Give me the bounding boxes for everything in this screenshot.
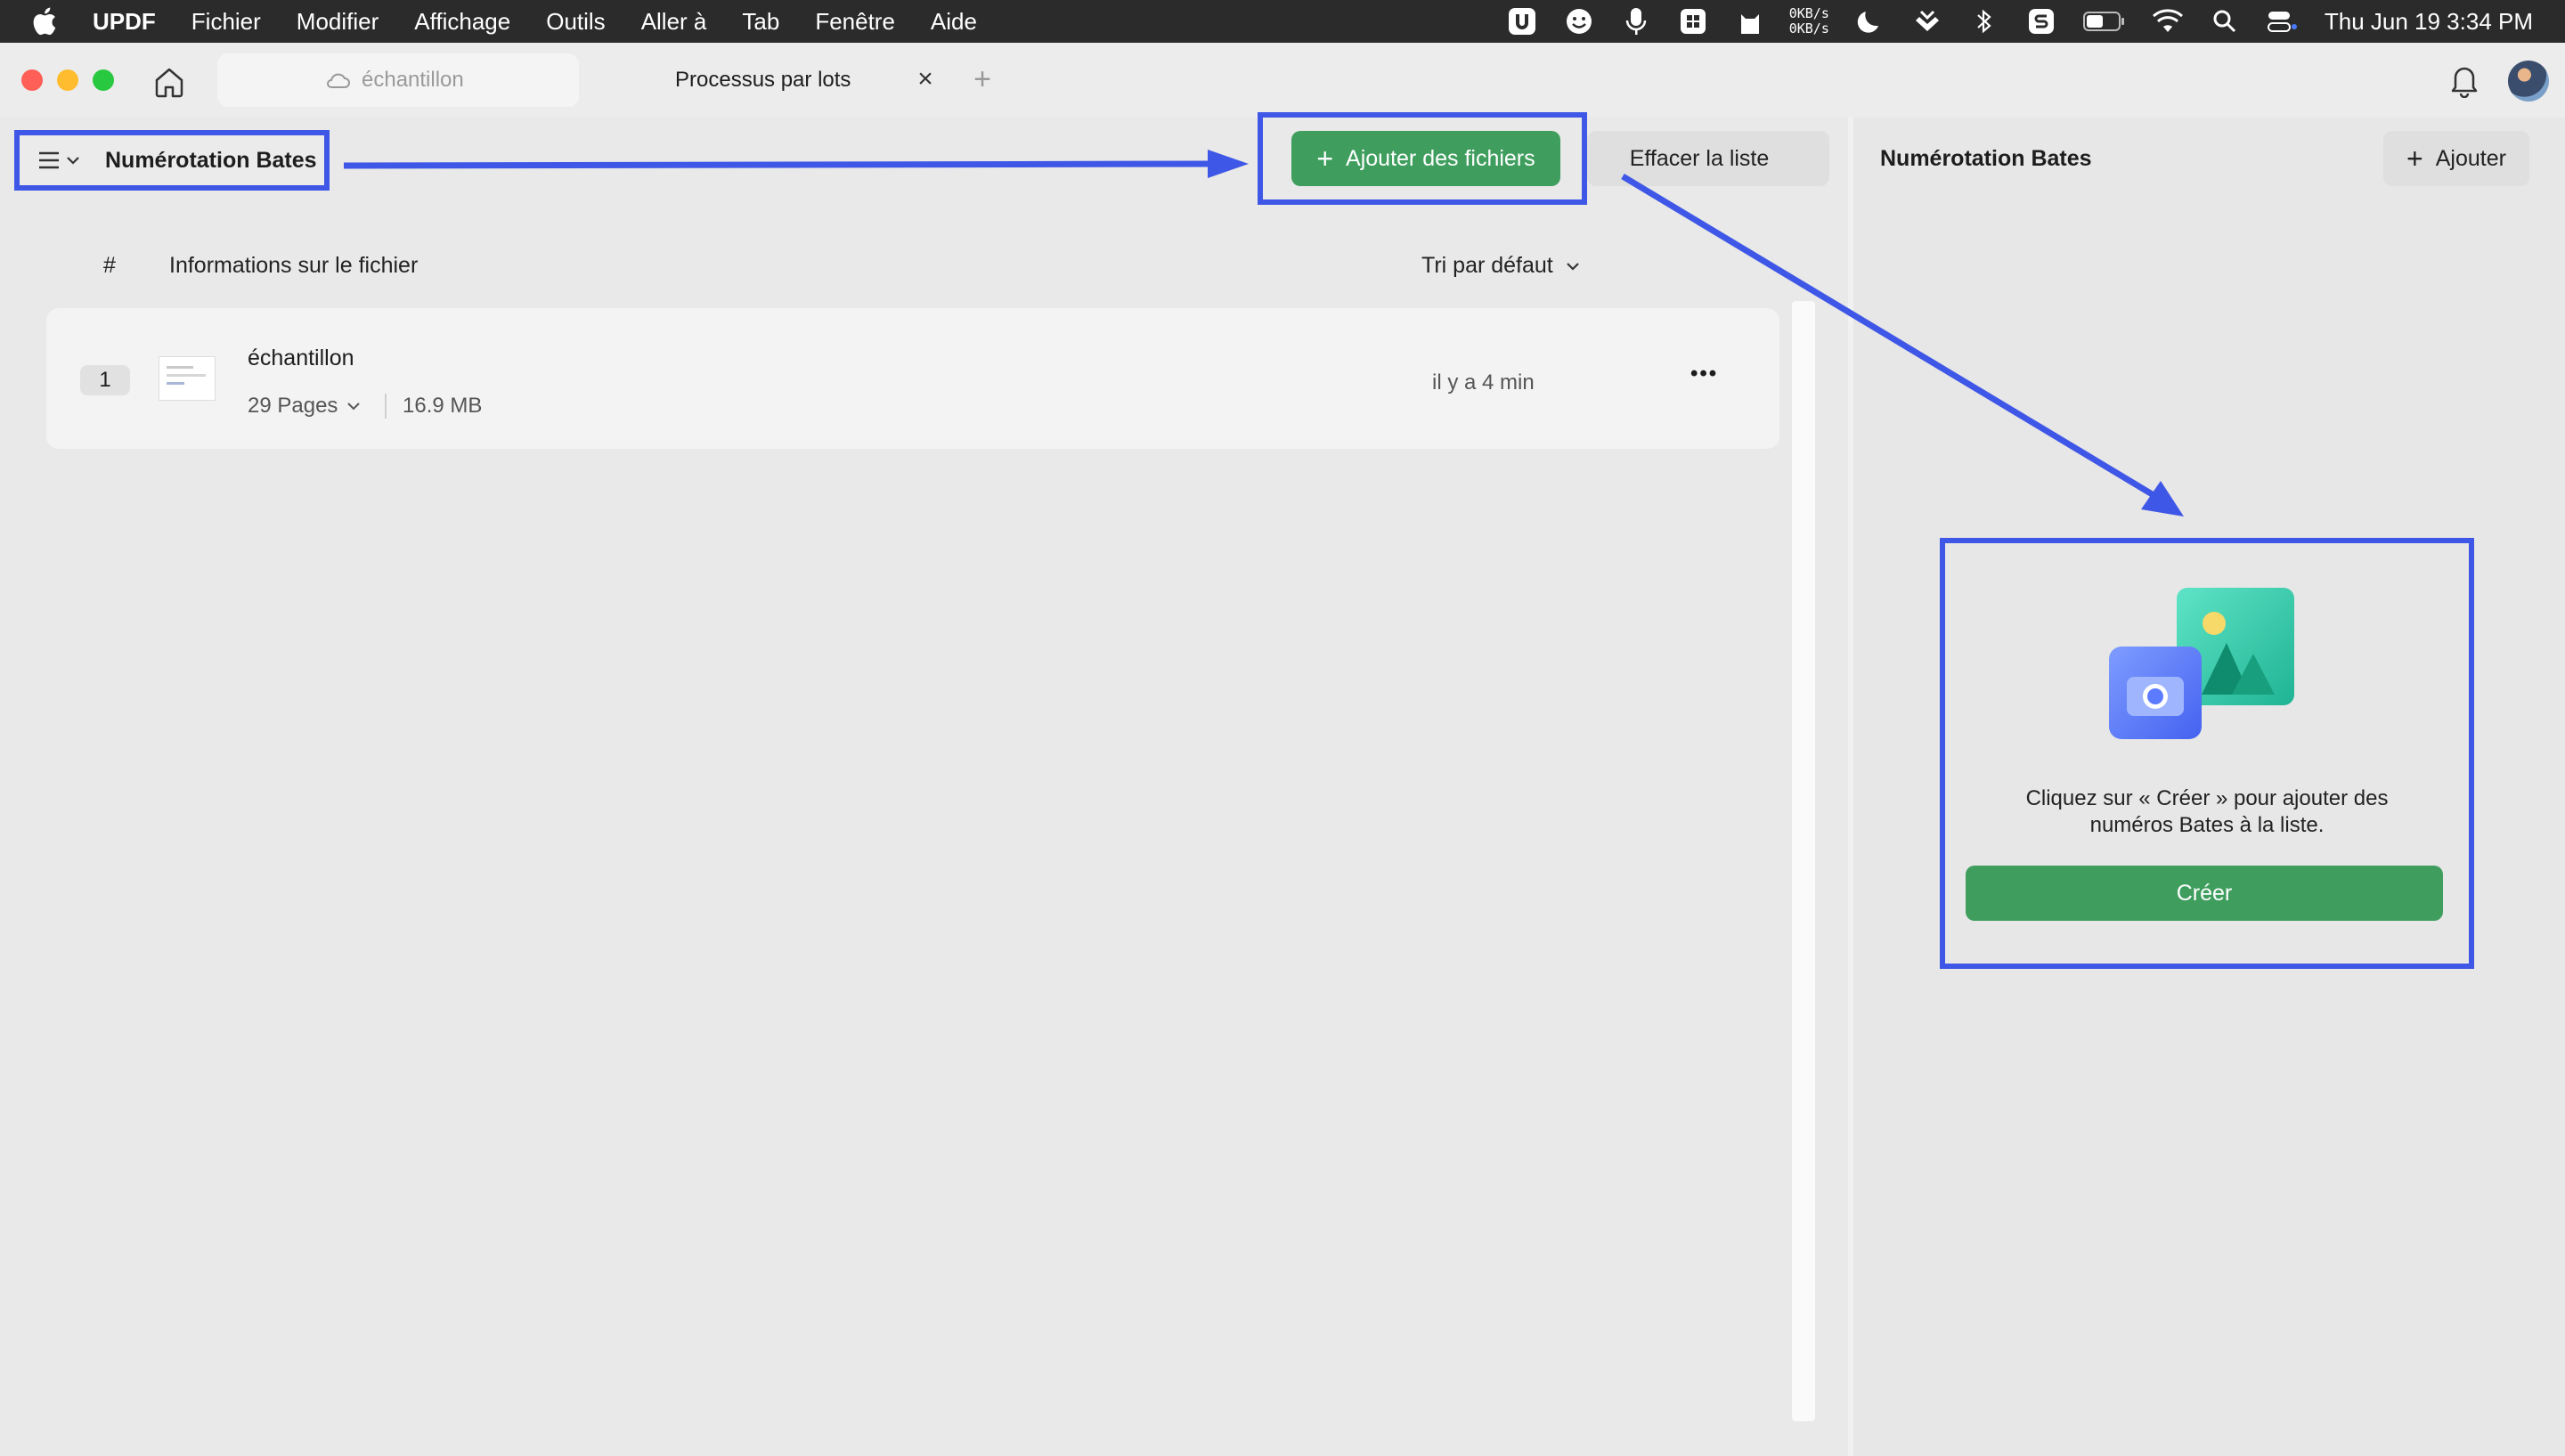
menu-aller-a[interactable]: Aller à bbox=[641, 8, 707, 36]
cat-icon[interactable] bbox=[1734, 6, 1766, 37]
net-up: 0KB/s bbox=[1788, 5, 1829, 21]
sort-dropdown[interactable]: Tri par défaut bbox=[1421, 253, 1582, 279]
menu-fenetre[interactable]: Fenêtre bbox=[815, 8, 895, 36]
tab-processus-par-lots[interactable]: Processus par lots bbox=[595, 53, 951, 107]
spotlight-search-icon[interactable] bbox=[2209, 6, 2241, 37]
empty-state-line-1: Cliquez sur « Créer » pour ajouter des bbox=[2025, 786, 2389, 810]
meta-divider bbox=[385, 394, 387, 419]
grid-app-icon[interactable] bbox=[1677, 6, 1709, 37]
empty-state-line-2: numéros Bates à la liste. bbox=[2089, 813, 2325, 837]
tab-echantillon-label: échantillon bbox=[362, 68, 464, 92]
chevron-down-icon bbox=[1566, 262, 1579, 271]
moon-icon[interactable] bbox=[1854, 6, 1886, 37]
file-size: 16.9 MB bbox=[403, 394, 483, 418]
add-bates-button[interactable]: + Ajouter bbox=[2383, 131, 2529, 186]
menu-tab[interactable]: Tab bbox=[742, 8, 779, 36]
cloud-icon bbox=[327, 73, 350, 88]
file-timestamp: il y a 4 min bbox=[1432, 370, 1535, 395]
s-app-icon[interactable] bbox=[2025, 6, 2057, 37]
sort-label: Tri par défaut bbox=[1421, 253, 1553, 278]
smiley-icon[interactable] bbox=[1563, 6, 1595, 37]
chevron-down-icon bbox=[347, 403, 361, 411]
apple-icon[interactable] bbox=[30, 6, 57, 37]
create-button-label: Créer bbox=[2176, 880, 2233, 906]
control-center-icon[interactable] bbox=[2266, 6, 2298, 37]
file-pages: 29 Pages bbox=[248, 394, 338, 418]
close-window-button[interactable] bbox=[21, 69, 43, 91]
network-speed: 0KB/s 0KB/s bbox=[1789, 6, 1829, 37]
tab-echantillon[interactable]: échantillon bbox=[217, 53, 579, 107]
menu-fichier[interactable]: Fichier bbox=[191, 8, 261, 36]
minimize-window-button[interactable] bbox=[57, 69, 78, 91]
empty-state-illustration-icon bbox=[2107, 588, 2296, 744]
menu-outils[interactable]: Outils bbox=[546, 8, 605, 36]
mode-selector-label: Numérotation Bates bbox=[105, 147, 317, 173]
panel-title: Numérotation Bates bbox=[1880, 146, 2092, 171]
window-tab-bar: échantillon Processus par lots × + bbox=[0, 43, 2565, 118]
zoom-window-button[interactable] bbox=[93, 69, 114, 91]
new-tab-icon[interactable]: + bbox=[969, 62, 996, 96]
clear-list-label: Effacer la liste bbox=[1629, 145, 1770, 171]
more-options-icon[interactable]: ••• bbox=[1690, 362, 1718, 386]
download-tray-icon[interactable] bbox=[1911, 6, 1943, 37]
notification-bell-icon[interactable] bbox=[2447, 62, 2481, 99]
battery-icon[interactable] bbox=[2082, 6, 2127, 37]
user-avatar[interactable] bbox=[2508, 61, 2549, 102]
mode-selector[interactable]: Numérotation Bates bbox=[14, 130, 330, 191]
add-files-label: Ajouter des fichiers bbox=[1346, 145, 1535, 171]
file-row[interactable]: 1 échantillon 29 Pages 16.9 MB il y a 4 … bbox=[46, 308, 1779, 449]
updf-status-icon[interactable] bbox=[1506, 6, 1538, 37]
home-icon[interactable] bbox=[151, 64, 187, 100]
add-files-button[interactable]: + Ajouter des fichiers bbox=[1291, 131, 1560, 186]
column-info-header: Informations sur le fichier bbox=[169, 253, 419, 278]
menu-aide[interactable]: Aide bbox=[931, 8, 977, 36]
create-button[interactable]: Créer bbox=[1966, 866, 2443, 921]
file-pages-dropdown[interactable]: 29 Pages bbox=[248, 394, 362, 419]
wifi-icon[interactable] bbox=[2152, 6, 2184, 37]
menu-bar: UPDF Fichier Modifier Affichage Outils A… bbox=[0, 0, 2565, 43]
add-bates-label: Ajouter bbox=[2435, 145, 2506, 171]
tab-active-label: Processus par lots bbox=[675, 68, 851, 92]
plus-icon: + bbox=[1316, 142, 1334, 175]
file-list-scrollbar[interactable] bbox=[1792, 301, 1815, 1421]
menu-modifier[interactable]: Modifier bbox=[297, 8, 379, 36]
empty-state-message: Cliquez sur « Créer » pour ajouter des n… bbox=[1950, 785, 2463, 839]
bluetooth-icon[interactable] bbox=[1968, 6, 2000, 37]
menubar-clock[interactable]: Thu Jun 19 3:34 PM bbox=[2325, 8, 2533, 36]
menu-app-name[interactable]: UPDF bbox=[93, 8, 156, 36]
close-tab-icon[interactable]: × bbox=[912, 64, 939, 96]
file-index-badge: 1 bbox=[80, 365, 130, 395]
file-name: échantillon bbox=[248, 346, 354, 370]
plus-icon: + bbox=[2406, 142, 2423, 175]
chevron-down-icon bbox=[67, 157, 79, 165]
menu-affichage[interactable]: Affichage bbox=[414, 8, 510, 36]
net-down: 0KB/s bbox=[1788, 20, 1829, 37]
microphone-icon[interactable] bbox=[1620, 6, 1652, 37]
menu-lines-icon bbox=[39, 151, 59, 169]
column-index-header: # bbox=[103, 253, 116, 278]
clear-list-button[interactable]: Effacer la liste bbox=[1587, 131, 1829, 186]
file-thumbnail bbox=[159, 356, 216, 401]
